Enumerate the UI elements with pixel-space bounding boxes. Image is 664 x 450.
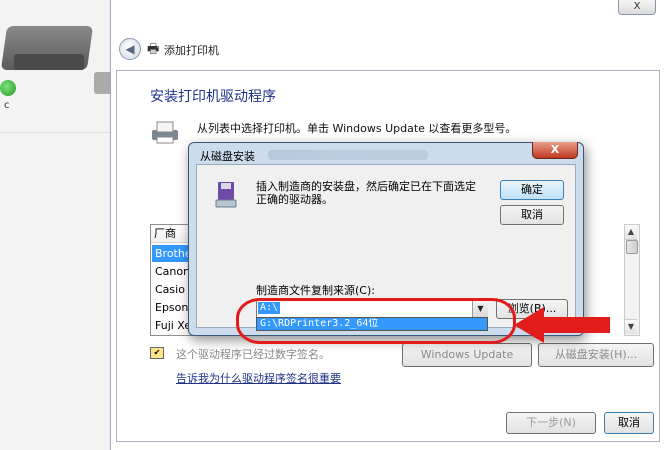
cancel-button[interactable]: 取消 (604, 412, 654, 434)
windows-update-button[interactable]: Windows Update (402, 343, 532, 367)
scroll-thumb[interactable] (626, 240, 638, 254)
back-button[interactable]: ◀ (119, 38, 141, 60)
list-item[interactable]: Fuji Xerox (152, 317, 190, 334)
dialog-title: 从磁盘安装 (200, 150, 255, 163)
ok-button[interactable]: 确定 (500, 180, 564, 200)
dialog-cancel-button[interactable]: 取消 (500, 205, 564, 225)
disk-install-icon (215, 182, 237, 208)
list-item[interactable]: Casio (152, 281, 190, 298)
certificate-icon: ✔ (150, 347, 164, 359)
next-button[interactable]: 下一步(N) (506, 412, 596, 434)
signed-note: 这个驱动程序已经过数字签名。 (176, 348, 330, 361)
background-label: c (4, 100, 10, 111)
window-title: 添加打印机 (164, 44, 219, 57)
divider (0, 132, 120, 133)
driver-signing-link[interactable]: 告诉我为什么驱动程序签名很重要 (176, 370, 341, 386)
page-title: 安装打印机驱动程序 (150, 89, 276, 105)
red-arrow-icon (514, 307, 610, 343)
copy-from-label: 制造商文件复制来源(C): (256, 284, 375, 297)
scroll-down-icon[interactable]: ▼ (625, 319, 637, 334)
list-item[interactable]: Brother (152, 245, 190, 262)
have-disk-button[interactable]: 从磁盘安装(H)... (538, 343, 654, 367)
list-item[interactable]: Epson (152, 299, 190, 316)
scroll-up-icon[interactable]: ▲ (625, 225, 637, 240)
list-item[interactable]: Canon (152, 263, 190, 280)
red-highlight-ellipse (236, 298, 516, 344)
dialog-close-button[interactable]: X (532, 142, 578, 159)
blurred-title-area (268, 150, 428, 160)
printer-icon (152, 121, 178, 144)
printer-small-icon: 🖶 (147, 42, 160, 57)
window-close-button[interactable]: X (618, 0, 656, 15)
default-status-icon (0, 80, 16, 96)
dialog-message: 插入制造商的安装盘，然后确定已在下面选定正确的驱动器。 (256, 180, 476, 206)
instruction-text: 从列表中选择打印机。单击 Windows Update 以查看更多型号。 (197, 122, 517, 135)
printer-tray-icon (14, 54, 84, 70)
